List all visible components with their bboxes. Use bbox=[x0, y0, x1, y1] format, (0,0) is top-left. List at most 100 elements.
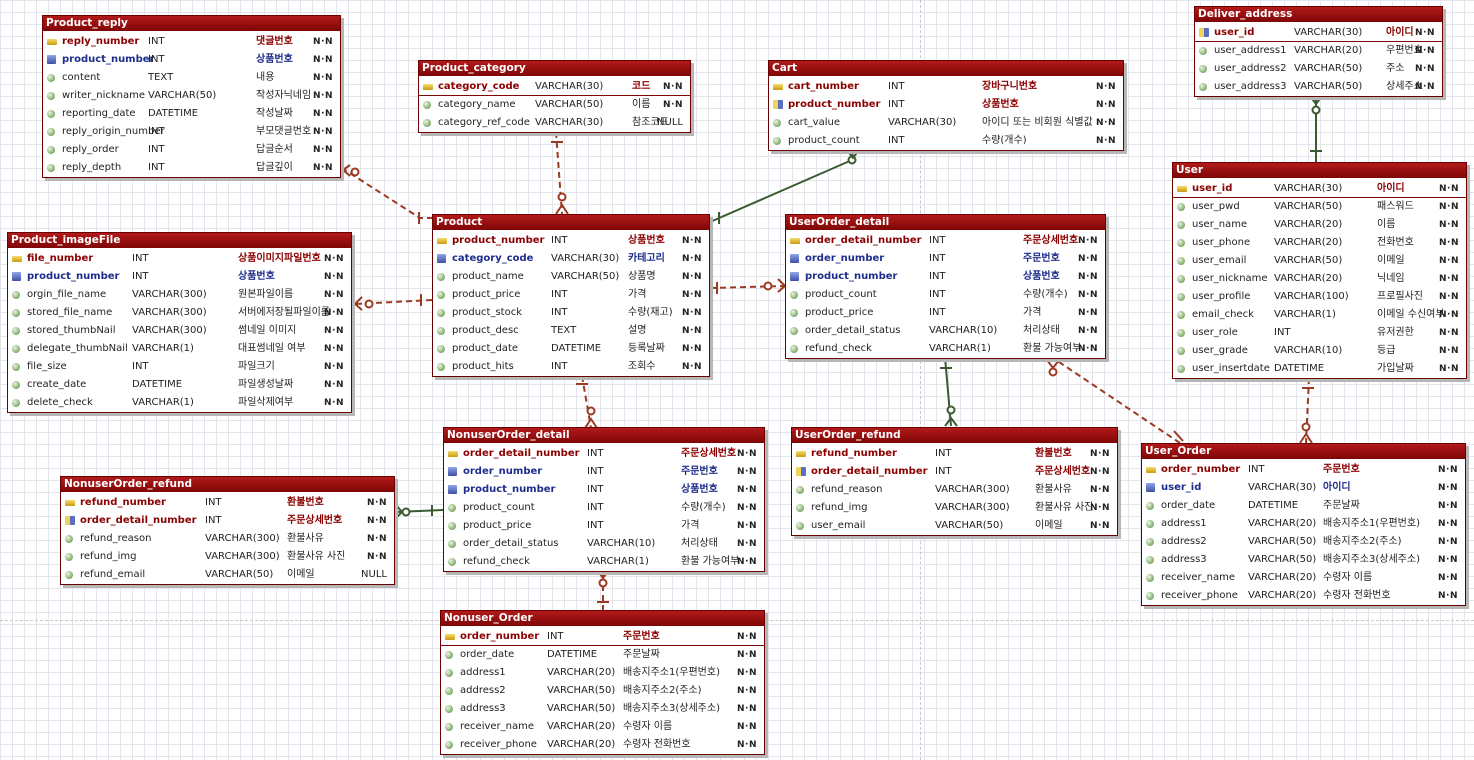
attribute-row[interactable]: product_number INT 상품번호 N·N bbox=[8, 268, 351, 286]
attribute-row[interactable]: product_price INT 가격 N·N bbox=[786, 304, 1105, 322]
attribute-row[interactable]: product_number INT 상품번호 N·N bbox=[43, 51, 340, 69]
attribute-row[interactable]: refund_img VARCHAR(300) 환불사유 사진 N·N bbox=[61, 548, 394, 566]
attribute-row[interactable]: orgin_file_name VARCHAR(300) 원본파일이름 N·N bbox=[8, 286, 351, 304]
attribute-row[interactable]: product_name VARCHAR(50) 상품명 N·N bbox=[433, 268, 709, 286]
attribute-row[interactable]: address2 VARCHAR(50) 배송지주소2(주소) N·N bbox=[1142, 533, 1465, 551]
attribute-row[interactable]: product_stock INT 수량(재고) N·N bbox=[433, 304, 709, 322]
entity-title[interactable]: UserOrder_refund bbox=[792, 428, 1117, 443]
entity-title[interactable]: Product_imageFile bbox=[8, 233, 351, 248]
attribute-row[interactable]: order_date DATETIME 주문날짜 N·N bbox=[441, 646, 764, 664]
entity-nonuserorder-detail[interactable]: NonuserOrder_detail order_detail_number IN… bbox=[443, 427, 765, 572]
attribute-row[interactable]: user_name VARCHAR(20) 이름 N·N bbox=[1173, 216, 1466, 234]
entity-userorder-detail[interactable]: UserOrder_detail order_detail_number INT 주문… bbox=[785, 214, 1106, 359]
attribute-row[interactable]: email_check VARCHAR(1) 이메일 수신여부 N·N bbox=[1173, 306, 1466, 324]
attribute-row[interactable]: user_insertdate DATETIME 가입날짜 N·N bbox=[1173, 360, 1466, 378]
attribute-row[interactable]: product_hits INT 조회수 N·N bbox=[433, 358, 709, 376]
attribute-row[interactable]: receiver_phone VARCHAR(20) 수령자 전화번호 N·N bbox=[1142, 587, 1465, 605]
attribute-row[interactable]: order_detail_status VARCHAR(10) 처리상태 N·N bbox=[786, 322, 1105, 340]
attribute-row[interactable]: user_email VARCHAR(50) 이메일 N·N bbox=[792, 517, 1117, 535]
attribute-row[interactable]: order_detail_number INT 주문상세번호 N·N bbox=[61, 512, 394, 530]
entity-title[interactable]: Product_category bbox=[419, 61, 690, 76]
attribute-row[interactable]: file_number INT 상품이미지파일번호 N·N bbox=[8, 250, 351, 268]
entity-title[interactable]: User_Order bbox=[1142, 444, 1465, 459]
attribute-row[interactable]: order_number INT 주문번호 N·N bbox=[444, 463, 764, 481]
entity-title[interactable]: Cart bbox=[769, 61, 1123, 76]
attribute-row[interactable]: writer_nickname VARCHAR(50) 작성자닉네임 N·N bbox=[43, 87, 340, 105]
rel-product-imagefile[interactable] bbox=[353, 294, 433, 311]
attribute-row[interactable]: category_code VARCHAR(30) 코드 N·N bbox=[419, 78, 690, 96]
entity-title[interactable]: NonuserOrder_refund bbox=[61, 477, 394, 492]
attribute-row[interactable]: address3 VARCHAR(50) 배송지주소3(상세주소) N·N bbox=[1142, 551, 1465, 569]
attribute-row[interactable]: order_detail_number INT 주문상세번호 N·N bbox=[444, 445, 764, 463]
attribute-row[interactable]: user_id VARCHAR(30) 아이디 N·N bbox=[1195, 24, 1442, 42]
attribute-row[interactable]: user_phone VARCHAR(20) 전화번호 N·N bbox=[1173, 234, 1466, 252]
attribute-row[interactable]: refund_email VARCHAR(50) 이메일 NULL bbox=[61, 566, 394, 584]
attribute-row[interactable]: order_date DATETIME 주문날짜 N·N bbox=[1142, 497, 1465, 515]
attribute-row[interactable]: user_address1 VARCHAR(20) 우편번호 N·N bbox=[1195, 42, 1442, 60]
attribute-row[interactable]: cart_value VARCHAR(30) 아이디 또는 비회원 식별값 N·N bbox=[769, 114, 1123, 132]
rel-user-deliver-address[interactable] bbox=[1309, 95, 1323, 162]
attribute-row[interactable]: file_size INT 파일크기 N·N bbox=[8, 358, 351, 376]
attribute-row[interactable]: reply_order INT 답글순서 N·N bbox=[43, 141, 340, 159]
entity-title[interactable]: Nonuser_Order bbox=[441, 611, 764, 626]
attribute-row[interactable]: order_number INT 주문번호 N·N bbox=[441, 628, 764, 646]
attribute-row[interactable]: stored_thumbNail VARCHAR(300) 썸네일 이미지 N·N bbox=[8, 322, 351, 340]
attribute-row[interactable]: product_number INT 상품번호 N·N bbox=[786, 268, 1105, 286]
attribute-row[interactable]: receiver_name VARCHAR(20) 수령자 이름 N·N bbox=[1142, 569, 1465, 587]
attribute-row[interactable]: order_detail_number INT 주문상세번호 N·N bbox=[786, 232, 1105, 250]
entity-nonuserorder-refund[interactable]: NonuserOrder_refund refund_number INT 환불번호 N… bbox=[60, 476, 395, 585]
entity-userorder-refund[interactable]: UserOrder_refund refund_number INT 환불번호 N·N o… bbox=[791, 427, 1118, 536]
attribute-row[interactable]: product_number INT 상품번호 N·N bbox=[444, 481, 764, 499]
attribute-row[interactable]: user_grade VARCHAR(10) 등급 N·N bbox=[1173, 342, 1466, 360]
rel-product-userorder-detail[interactable] bbox=[709, 278, 787, 294]
entity-title[interactable]: NonuserOrder_detail bbox=[444, 428, 764, 443]
rel-nonuserorder-detail-refund[interactable] bbox=[395, 504, 444, 519]
attribute-row[interactable]: product_price INT 가격 N·N bbox=[433, 286, 709, 304]
entity-product-imagefile[interactable]: Product_imageFile file_number INT 상품이미지파일번호… bbox=[7, 232, 352, 413]
attribute-row[interactable]: address2 VARCHAR(50) 배송지주소2(주소) N·N bbox=[441, 682, 764, 700]
attribute-row[interactable]: product_date DATETIME 등록날짜 N·N bbox=[433, 340, 709, 358]
attribute-row[interactable]: user_id VARCHAR(30) 아이디 N·N bbox=[1173, 180, 1466, 198]
rel-product-cart[interactable] bbox=[709, 149, 860, 224]
attribute-row[interactable]: user_address3 VARCHAR(50) 상세주소 N·N bbox=[1195, 78, 1442, 96]
attribute-row[interactable]: order_number INT 주문번호 N·N bbox=[1142, 461, 1465, 479]
attribute-row[interactable]: address1 VARCHAR(20) 배송지주소1(우편번호) N·N bbox=[1142, 515, 1465, 533]
attribute-row[interactable]: category_name VARCHAR(50) 이름 N·N bbox=[419, 96, 690, 114]
attribute-row[interactable]: order_detail_number INT 주문상세번호 N·N bbox=[792, 463, 1117, 481]
rel-product-nonuserorder-detail[interactable] bbox=[576, 375, 598, 429]
attribute-row[interactable]: delegate_thumbNail VARCHAR(1) 대표썸네일 여부 N·N bbox=[8, 340, 351, 358]
attribute-row[interactable]: refund_reason VARCHAR(300) 환불사유 N·N bbox=[792, 481, 1117, 499]
entity-nonuser-order[interactable]: Nonuser_Order order_number INT 주문번호 N·N order… bbox=[440, 610, 765, 755]
attribute-row[interactable]: create_date DATETIME 파일생성날짜 N·N bbox=[8, 376, 351, 394]
attribute-row[interactable]: product_number INT 상품번호 N·N bbox=[769, 96, 1123, 114]
attribute-row[interactable]: content TEXT 내용 N·N bbox=[43, 69, 340, 87]
rel-product-product-reply[interactable] bbox=[341, 164, 433, 224]
attribute-row[interactable]: reply_number INT 댓글번호 N·N bbox=[43, 33, 340, 51]
attribute-row[interactable]: receiver_phone VARCHAR(20) 수령자 전화번호 N·N bbox=[441, 736, 764, 754]
entity-product-reply[interactable]: Product_reply reply_number INT 댓글번호 N·N produ… bbox=[42, 15, 341, 178]
attribute-row[interactable]: refund_check VARCHAR(1) 환불 가능여부 N·N bbox=[444, 553, 764, 571]
entity-user[interactable]: User user_id VARCHAR(30) 아이디 N·N user_pwd VARC… bbox=[1172, 162, 1467, 379]
attribute-row[interactable]: user_nickname VARCHAR(20) 닉네임 N·N bbox=[1173, 270, 1466, 288]
entity-product[interactable]: Product product_number INT 상품번호 N·N category_… bbox=[432, 214, 710, 377]
attribute-row[interactable]: product_desc TEXT 설명 N·N bbox=[433, 322, 709, 340]
attribute-row[interactable]: category_ref_code VARCHAR(30) 참조코드 NULL bbox=[419, 114, 690, 132]
rel-user-user-order[interactable] bbox=[1299, 377, 1314, 444]
entity-deliver-address[interactable]: Deliver_address user_id VARCHAR(30) 아이디 N·N u… bbox=[1194, 6, 1443, 97]
rel-nonuser-order-nonuserorder-detail[interactable] bbox=[596, 569, 610, 611]
attribute-row[interactable]: order_number INT 주문번호 N·N bbox=[786, 250, 1105, 268]
attribute-row[interactable]: category_code VARCHAR(30) 카테고리 N·N bbox=[433, 250, 709, 268]
entity-cart[interactable]: Cart cart_number INT 장바구니번호 N·N product_numbe… bbox=[768, 60, 1124, 151]
attribute-row[interactable]: refund_number INT 환불번호 N·N bbox=[792, 445, 1117, 463]
attribute-row[interactable]: address1 VARCHAR(20) 배송지주소1(우편번호) N·N bbox=[441, 664, 764, 682]
rel-category-product[interactable] bbox=[551, 131, 569, 215]
attribute-row[interactable]: refund_number INT 환불번호 N·N bbox=[61, 494, 394, 512]
attribute-row[interactable]: user_pwd VARCHAR(50) 패스워드 N·N bbox=[1173, 198, 1466, 216]
attribute-row[interactable]: user_email VARCHAR(50) 이메일 N·N bbox=[1173, 252, 1466, 270]
attribute-row[interactable]: user_id VARCHAR(30) 아이디 N·N bbox=[1142, 479, 1465, 497]
entity-title[interactable]: Product bbox=[433, 215, 709, 230]
attribute-row[interactable]: product_price INT 가격 N·N bbox=[444, 517, 764, 535]
attribute-row[interactable]: address3 VARCHAR(50) 배송지주소3(상세주소) N·N bbox=[441, 700, 764, 718]
attribute-row[interactable]: product_count INT 수량(개수) N·N bbox=[444, 499, 764, 517]
attribute-row[interactable]: delete_check VARCHAR(1) 파일삭제여부 N·N bbox=[8, 394, 351, 412]
